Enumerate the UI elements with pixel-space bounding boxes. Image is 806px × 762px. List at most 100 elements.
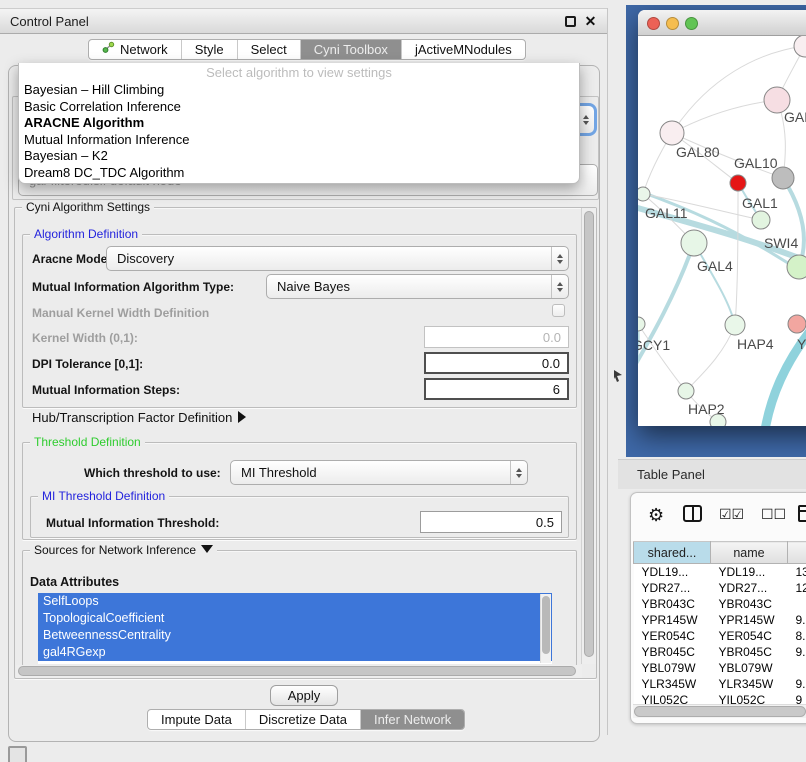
- data-attributes-list[interactable]: SelfLoopsTopologicalCoefficientBetweenne…: [38, 593, 552, 664]
- tab-cyni-toolbox[interactable]: Cyni Toolbox: [300, 40, 401, 59]
- hub-definition-expander[interactable]: Hub/Transcription Factor Definition: [32, 410, 246, 425]
- table-panel-header: Table Panel: [618, 459, 806, 489]
- network-window-titlebar[interactable]: [638, 10, 806, 36]
- table-row[interactable]: YBR043CYBR043C: [634, 596, 806, 612]
- hide-columns-unchecked-icon[interactable]: ☐☐: [761, 505, 786, 523]
- table-cell: YBR043C: [634, 596, 711, 612]
- table-row[interactable]: YPR145WYPR145W9.: [634, 612, 806, 628]
- table-horizontal-scrollbar[interactable]: [633, 704, 806, 718]
- table-cell: YPR145W: [634, 612, 711, 628]
- which-threshold-label: Which threshold to use:: [84, 466, 221, 480]
- network-view-window[interactable]: GALGAL80GAL10GAL11GAL1SWI4GAL4GCY1HAP4YH…: [638, 10, 806, 426]
- table-cell: 9.: [788, 612, 806, 628]
- tab-select[interactable]: Select: [237, 40, 300, 59]
- kernel-width-field[interactable]: 0.0: [424, 326, 569, 348]
- table-cell: YDL19...: [711, 564, 788, 580]
- table-row[interactable]: YBR045CYBR045C9.: [634, 644, 806, 660]
- column-header-name[interactable]: name: [711, 542, 788, 564]
- node-label-gal1: GAL1: [742, 195, 778, 211]
- network-node[interactable]: [794, 36, 806, 57]
- aracne-mode-combo[interactable]: Discovery: [106, 246, 569, 271]
- apply-button[interactable]: Apply: [270, 685, 338, 706]
- float-window-icon[interactable]: [565, 16, 576, 27]
- network-node[interactable]: [678, 383, 694, 399]
- table-body: YDL19...YDL19...13YDR27...YDR27...12YBR0…: [634, 564, 806, 708]
- table-cell: YDR27...: [634, 580, 711, 596]
- network-node[interactable]: [681, 230, 707, 256]
- mi-threshold-field[interactable]: 0.5: [420, 511, 562, 533]
- show-columns-checked-icon[interactable]: ☑☑: [719, 505, 744, 523]
- algorithm-option-bayesian-k2[interactable]: Bayesian – K2: [19, 148, 579, 165]
- table-toolbar: ⚙ ☑☑ ☐☐: [631, 493, 806, 541]
- network-node[interactable]: [638, 187, 650, 201]
- network-canvas[interactable]: GALGAL80GAL10GAL11GAL1SWI4GAL4GCY1HAP4YH…: [638, 36, 806, 426]
- kernel-width-label: Kernel Width (0,1):: [32, 331, 138, 345]
- table-cell: YBL079W: [634, 660, 711, 676]
- algorithm-option-basic-correlation-inference[interactable]: Basic Correlation Inference: [19, 99, 579, 116]
- table-cell: YBL079W: [711, 660, 788, 676]
- table-row[interactable]: YBL079WYBL079W: [634, 660, 806, 676]
- network-node[interactable]: [788, 315, 806, 333]
- network-edge[interactable]: [638, 324, 686, 391]
- mi-steps-field[interactable]: 6: [424, 378, 569, 400]
- manual-kernel-width-label: Manual Kernel Width Definition: [32, 306, 209, 320]
- column-header-2[interactable]: [788, 542, 806, 564]
- table-icon[interactable]: [798, 505, 806, 522]
- network-node[interactable]: [752, 211, 770, 229]
- hub-definition-label: Hub/Transcription Factor Definition: [32, 410, 232, 425]
- table-row[interactable]: YDR27...YDR27...12: [634, 580, 806, 596]
- table-cell: [788, 596, 806, 612]
- control-panel-titlebar: Control Panel ✕: [0, 8, 607, 34]
- network-edge[interactable]: [735, 183, 738, 325]
- algorithm-option-list: Bayesian – Hill ClimbingBasic Correlatio…: [19, 82, 579, 181]
- control-panel-tabs: Network Style SelectCyni Toolbox jActiveMNo…: [88, 39, 526, 60]
- manual-kernel-width-checkbox[interactable]: [552, 304, 565, 317]
- attribute-item-gal4rgexp[interactable]: gal4RGexp: [38, 644, 552, 661]
- network-node[interactable]: [725, 315, 745, 335]
- tab-jactivemnodules[interactable]: jActiveMNodules: [401, 40, 525, 59]
- tab-discretize-data[interactable]: Discretize Data: [245, 710, 360, 729]
- attributes-scrollbar[interactable]: [540, 594, 551, 663]
- combo-stepper-icon: [510, 461, 527, 484]
- column-header-shared[interactable]: shared...: [634, 542, 711, 564]
- mac-zoom-icon[interactable]: [685, 17, 698, 30]
- network-node[interactable]: [638, 317, 645, 331]
- mi-algorithm-type-combo[interactable]: Naive Bayes: [266, 274, 569, 299]
- tab-label: Style: [195, 40, 224, 59]
- network-node[interactable]: [787, 255, 806, 279]
- dpi-tolerance-field[interactable]: 0.0: [424, 352, 569, 374]
- network-node[interactable]: [730, 175, 746, 191]
- table-header-row: shared...name: [634, 542, 806, 564]
- tab-network[interactable]: Network: [89, 40, 181, 59]
- network-node[interactable]: [660, 121, 684, 145]
- tab-infer-network[interactable]: Infer Network: [360, 710, 464, 729]
- algorithm-option-mutual-information-inference[interactable]: Mutual Information Inference: [19, 132, 579, 149]
- settings-horizontal-scrollbar[interactable]: [16, 665, 582, 678]
- table-row[interactable]: YDL19...YDL19...13: [634, 564, 806, 580]
- which-threshold-combo[interactable]: MI Threshold: [230, 460, 528, 485]
- settings-gear-icon[interactable]: ⚙: [648, 505, 664, 525]
- algorithm-option-dream8-dc-tdc-algorithm[interactable]: Dream8 DC_TDC Algorithm: [19, 165, 579, 182]
- attribute-item-selfloops[interactable]: SelfLoops: [38, 593, 552, 610]
- network-edge[interactable]: [638, 243, 694, 374]
- mac-minimize-icon[interactable]: [666, 17, 679, 30]
- network-edge[interactable]: [686, 325, 735, 391]
- network-edge[interactable]: [672, 100, 777, 133]
- table-row[interactable]: YER054CYER054C8.: [634, 628, 806, 644]
- table-row[interactable]: YLR345WYLR345W9.: [634, 676, 806, 692]
- settings-vertical-scrollbar[interactable]: [581, 208, 596, 664]
- sources-group-title: Sources for Network Inference: [30, 543, 217, 557]
- tab-label: jActiveMNodules: [415, 40, 512, 59]
- tab-style[interactable]: Style: [181, 40, 237, 59]
- network-edge[interactable]: [694, 243, 735, 325]
- mac-close-icon[interactable]: [647, 17, 660, 30]
- split-columns-icon[interactable]: [683, 505, 702, 522]
- close-panel-icon[interactable]: ✕: [584, 13, 597, 30]
- tab-impute-data[interactable]: Impute Data: [148, 710, 245, 729]
- attribute-item-betweennesscentrality[interactable]: BetweennessCentrality: [38, 627, 552, 644]
- minimized-panel-chip[interactable]: [8, 746, 27, 762]
- attribute-item-topologicalcoefficient[interactable]: TopologicalCoefficient: [38, 610, 552, 627]
- algorithm-option-aracne-algorithm[interactable]: ARACNE Algorithm: [19, 115, 579, 132]
- node-label-swi4: SWI4: [764, 235, 798, 251]
- algorithm-option-bayesian-hill-climbing[interactable]: Bayesian – Hill Climbing: [19, 82, 579, 99]
